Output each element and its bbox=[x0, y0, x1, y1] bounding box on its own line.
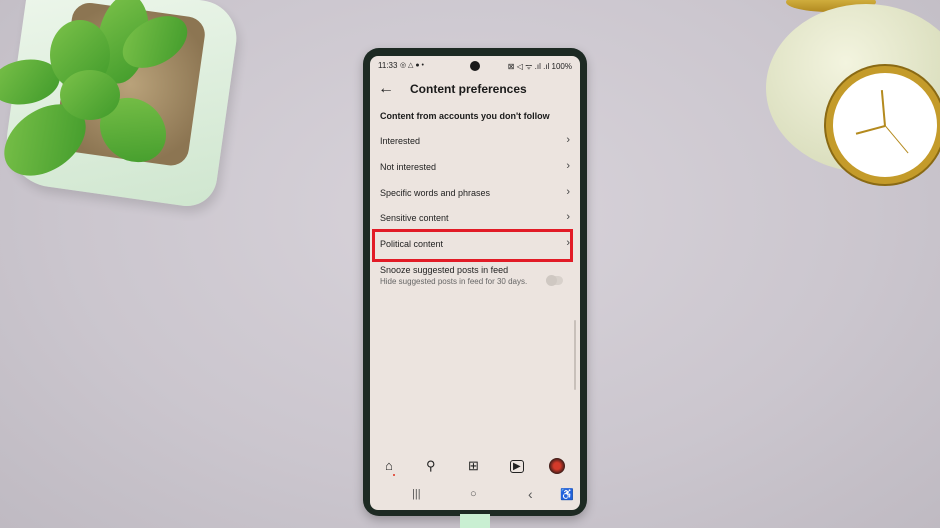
chevron-right-icon: › bbox=[566, 134, 570, 146]
home-active-dot bbox=[393, 474, 395, 476]
signal-icons: ⊠ ◁ ᯤ .ıl .ıl bbox=[507, 62, 550, 71]
clock-minute-hand bbox=[880, 90, 886, 127]
chevron-right-icon: › bbox=[566, 186, 570, 198]
chevron-right-icon: › bbox=[566, 160, 570, 172]
scrollbar[interactable] bbox=[574, 320, 576, 390]
bottom-nav: ⌂ ⚲ ⊞ ▶ bbox=[370, 456, 580, 478]
menu-item-sensitive-content[interactable]: Sensitive content › bbox=[370, 207, 580, 231]
snooze-subtitle: Hide suggested posts in feed for 30 days… bbox=[380, 277, 528, 286]
snooze-toggle[interactable] bbox=[546, 275, 563, 286]
accessibility-icon[interactable]: ♿ bbox=[560, 488, 574, 501]
usb-cable bbox=[460, 514, 490, 528]
profile-avatar[interactable] bbox=[549, 458, 565, 474]
reels-icon[interactable]: ▶ bbox=[510, 460, 524, 473]
page-title: Content preferences bbox=[410, 82, 527, 96]
phone-screen: 11:33 ◎ △ ● • ⊠ ◁ ᯤ .ıl .ıl 100% ← Conte… bbox=[370, 56, 580, 510]
notification-icons: ◎ △ ● • bbox=[400, 62, 425, 69]
create-post-icon[interactable]: ⊞ bbox=[468, 458, 479, 474]
highlight-box bbox=[372, 229, 573, 262]
front-camera bbox=[470, 61, 480, 71]
battery-level: 100% bbox=[551, 62, 572, 71]
clock-face bbox=[826, 66, 940, 184]
section-title: Content from accounts you don't follow bbox=[380, 111, 550, 121]
menu-item-interested[interactable]: Interested › bbox=[370, 130, 580, 154]
menu-item-specific-words[interactable]: Specific words and phrases › bbox=[370, 182, 580, 206]
plant-leaf bbox=[60, 70, 120, 120]
menu-item-label: Interested bbox=[380, 136, 421, 146]
home-icon[interactable]: ⌂ bbox=[385, 458, 393, 473]
clock-hour-hand bbox=[855, 125, 886, 135]
recents-icon[interactable]: ||| bbox=[412, 488, 421, 500]
menu-item-not-interested[interactable]: Not interested › bbox=[370, 156, 580, 180]
system-back-icon[interactable]: ‹ bbox=[528, 486, 533, 502]
menu-item-label: Specific words and phrases bbox=[380, 188, 491, 198]
toggle-knob bbox=[546, 275, 557, 286]
clock-second-hand bbox=[884, 125, 909, 154]
chevron-right-icon: › bbox=[566, 211, 570, 223]
menu-item-label: Sensitive content bbox=[380, 213, 449, 223]
menu-item-label: Not interested bbox=[380, 162, 437, 172]
app-header: ← Content preferences bbox=[370, 78, 580, 102]
back-arrow-icon[interactable]: ← bbox=[378, 80, 394, 98]
status-time: 11:33 bbox=[378, 61, 398, 70]
system-nav-bar: ||| ○ ‹ ♿ bbox=[370, 486, 580, 506]
snooze-setting: Snooze suggested posts in feed Hide sugg… bbox=[380, 265, 530, 287]
search-icon[interactable]: ⚲ bbox=[426, 458, 436, 474]
status-bar: 11:33 ◎ △ ● • ⊠ ◁ ᯤ .ıl .ıl 100% bbox=[370, 60, 580, 74]
system-home-icon[interactable]: ○ bbox=[470, 488, 477, 500]
snooze-title: Snooze suggested posts in feed bbox=[380, 265, 509, 275]
status-right: ⊠ ◁ ᯤ .ıl .ıl 100% bbox=[508, 61, 572, 72]
